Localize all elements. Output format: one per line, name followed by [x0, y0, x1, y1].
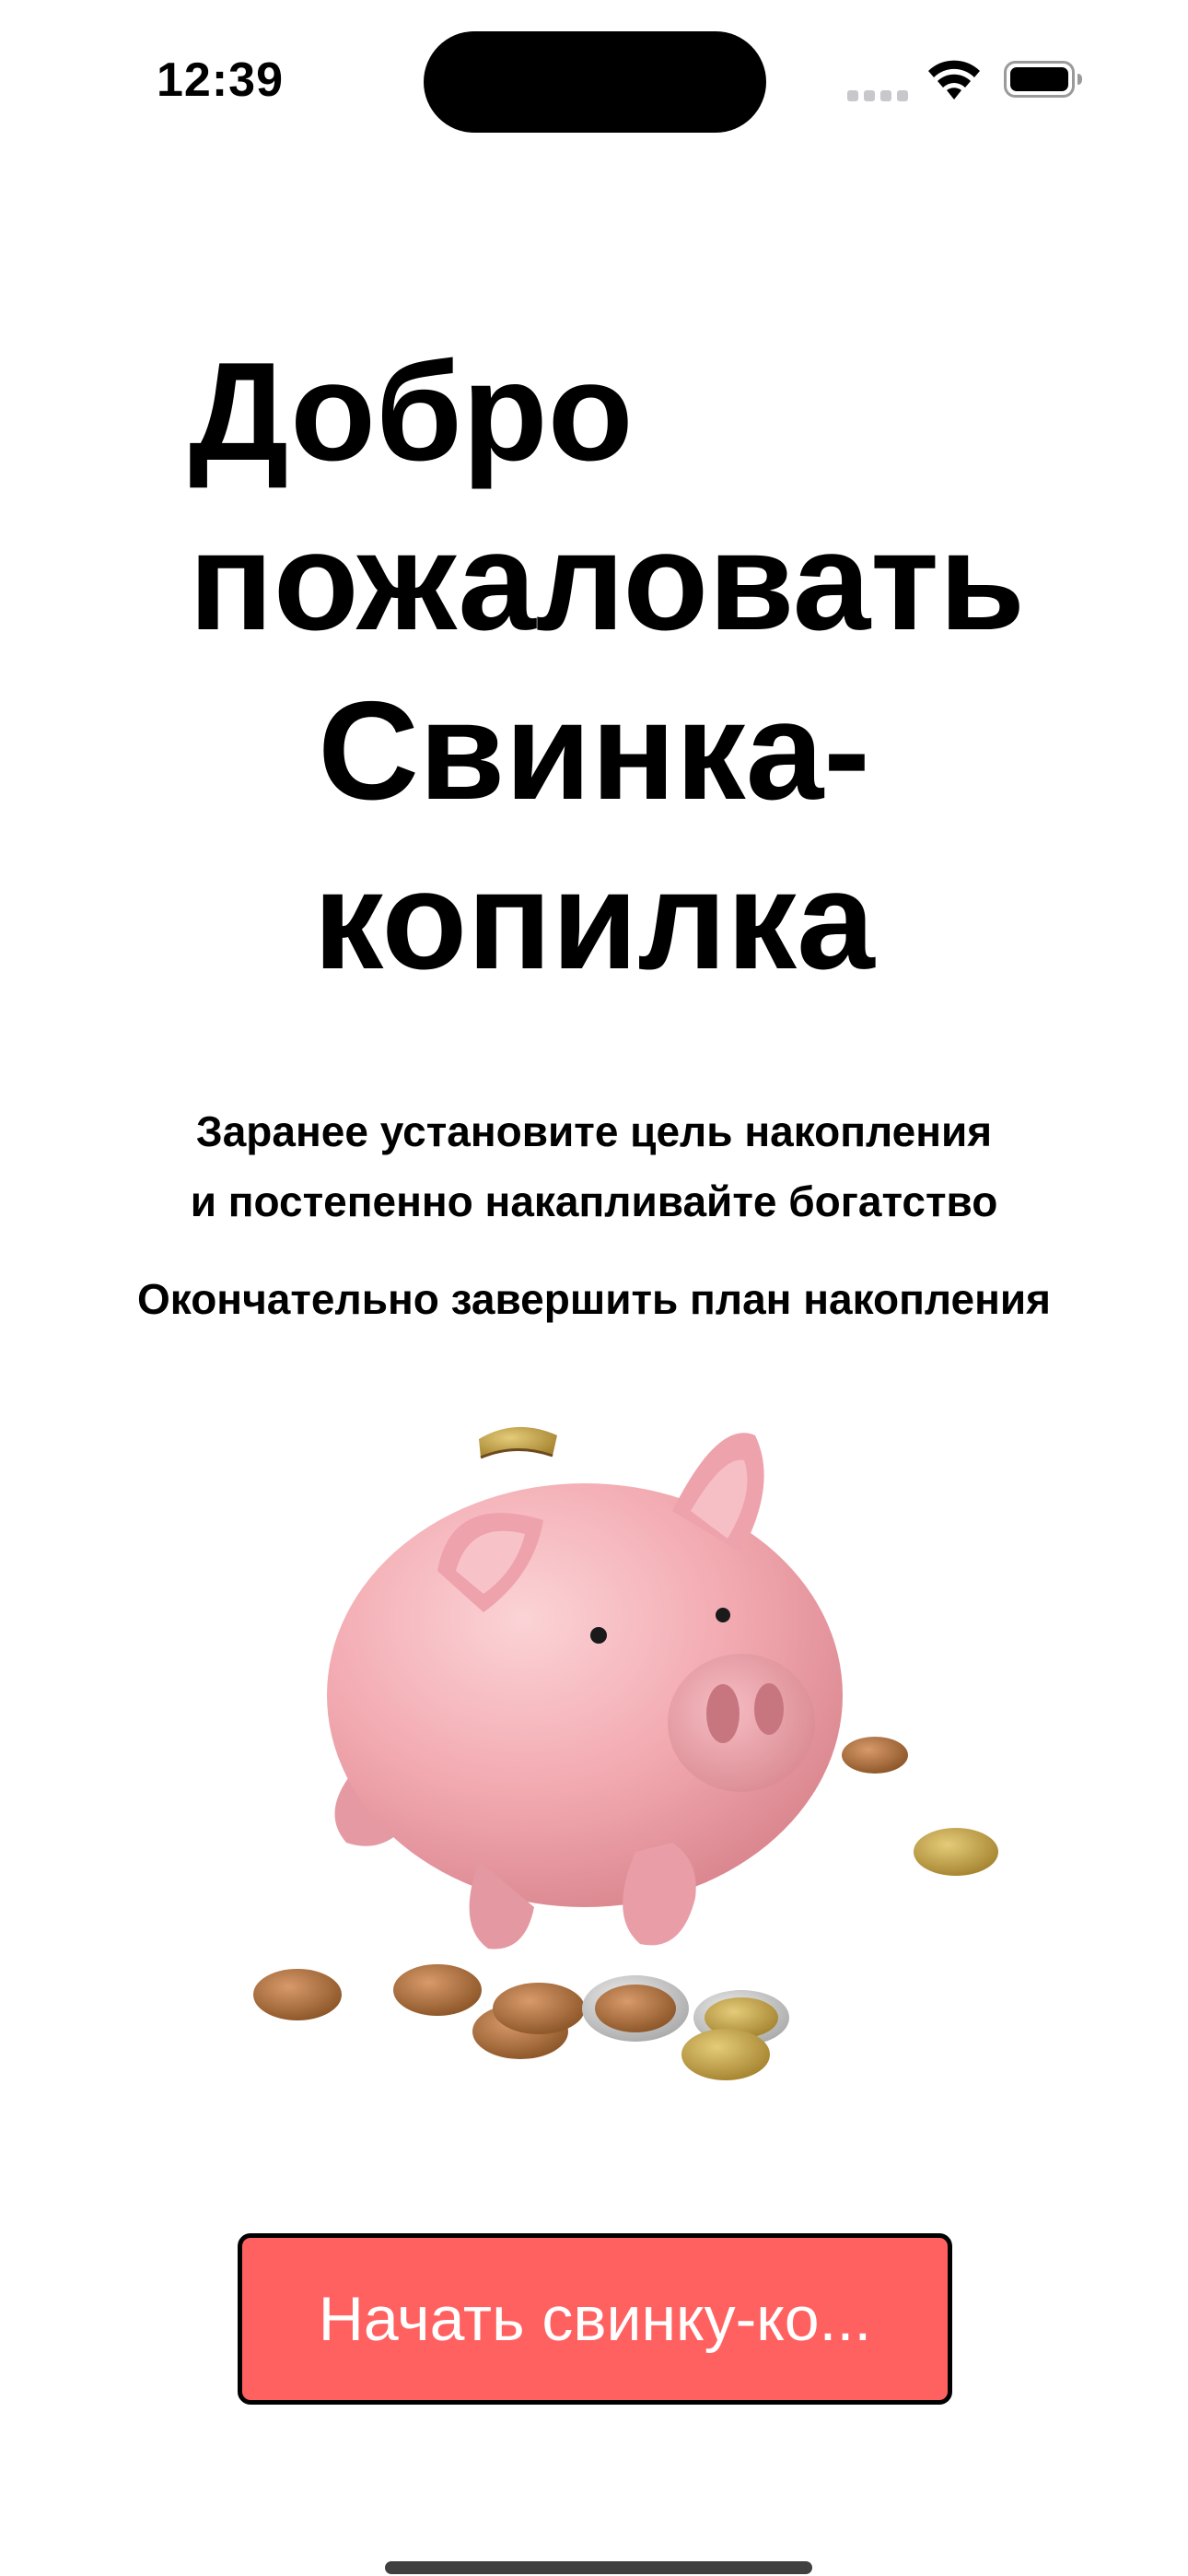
title-line: пожаловать: [189, 503, 1026, 660]
title-line: Добро: [189, 334, 634, 490]
battery-icon: [1004, 61, 1082, 98]
coin: [914, 1828, 998, 1876]
wifi-icon: [928, 60, 980, 100]
status-bar: 12:39: [0, 0, 1188, 157]
dynamic-island: [424, 31, 766, 133]
coin: [253, 1969, 342, 2020]
coin: [681, 2029, 770, 2080]
status-time: 12:39: [157, 53, 284, 107]
cellular-signal-icon: [847, 81, 908, 101]
description-line: Окончательно завершить план накопления: [137, 1275, 1051, 1323]
start-piggy-bank-button[interactable]: Начать свинку-ко...: [238, 2233, 952, 2405]
coin: [493, 1983, 585, 2034]
coin: [393, 1964, 482, 2016]
title-line: копилка: [313, 842, 875, 999]
description-block: Заранее установите цель накопления и пос…: [0, 1096, 1188, 1236]
piggy-bank-illustration: [253, 1426, 998, 2080]
coin: [595, 1985, 676, 2032]
page-title: Добро пожаловать Свинка- копилка: [0, 327, 1188, 1005]
description-line: Заранее установите цель накопления: [195, 1107, 993, 1155]
home-indicator[interactable]: [385, 2561, 812, 2574]
coin: [842, 1737, 908, 1774]
title-line: Свинка-: [318, 673, 870, 829]
description-line: и постепенно накапливайте богатство: [190, 1177, 998, 1225]
